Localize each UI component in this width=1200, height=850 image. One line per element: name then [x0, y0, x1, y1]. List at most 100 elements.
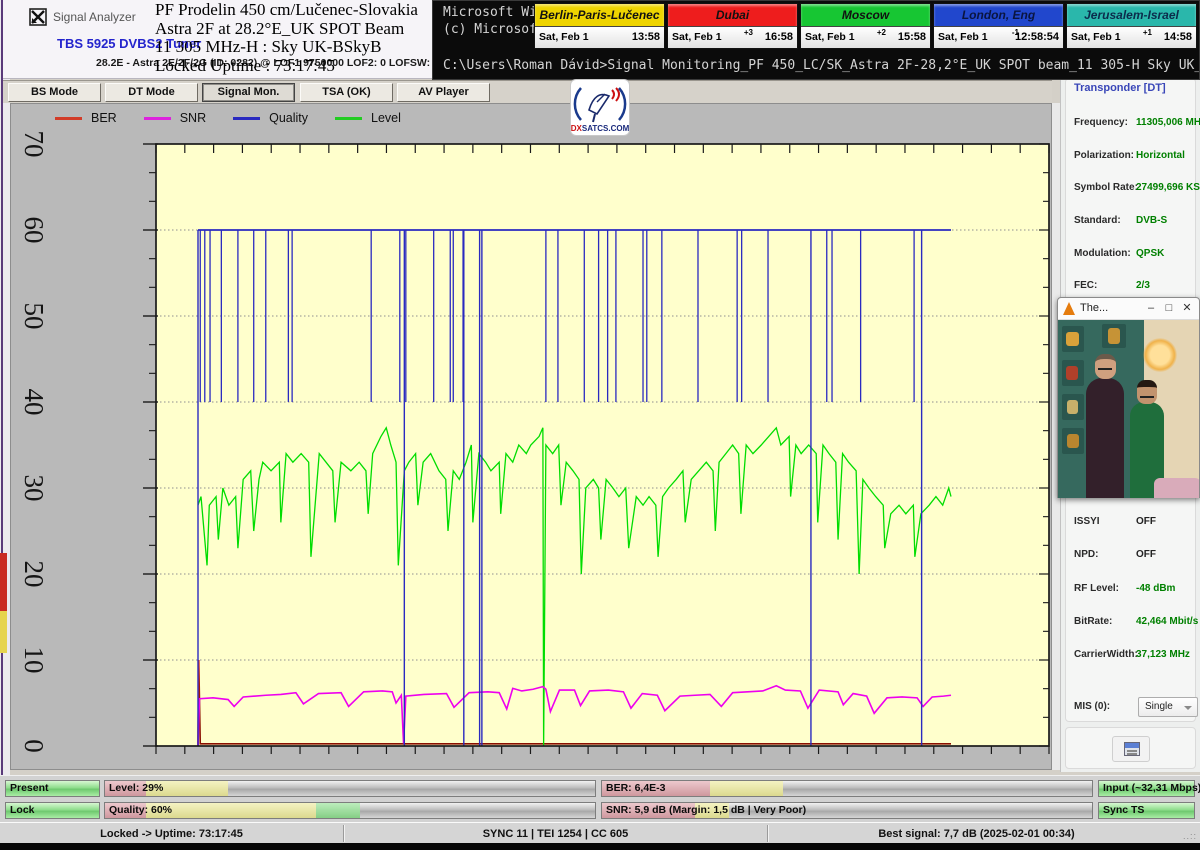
- clock-date: Sat, Feb 1: [938, 31, 988, 43]
- rf-level-row: RF Level: -48 dBm: [1074, 583, 1192, 594]
- tsa-button[interactable]: TSA (OK): [300, 83, 393, 102]
- clock-time: 14:58: [1164, 31, 1192, 43]
- indicator-input-mbps-: Input (~32,31 Mbps): [1098, 780, 1195, 797]
- mis-selected-value: Single: [1145, 701, 1173, 712]
- meter-segment: [710, 781, 784, 796]
- background-yellow-sliver: [0, 611, 7, 653]
- row-value: DVB-S: [1136, 215, 1167, 226]
- legend-label: BER: [91, 111, 117, 125]
- clock-body: Sat, Feb 1 -1 12:58:54: [934, 27, 1063, 48]
- cmd-prompt-line: C:\Users\Roman Dávid>Signal Monitoring_P…: [443, 58, 1200, 73]
- window-border-line: [1, 0, 3, 850]
- row-label: Polarization:: [1074, 150, 1134, 161]
- dt-mode-button[interactable]: DT Mode: [105, 83, 198, 102]
- meter-label: Quality: 60%: [109, 804, 172, 816]
- carrier-width-row: CarrierWidth: 37,123 MHz: [1074, 649, 1192, 660]
- signal-chart: 010203040506070: [11, 104, 1051, 769]
- row-label: FEC:: [1074, 280, 1097, 291]
- maximize-button[interactable]: □: [1161, 301, 1177, 317]
- legend-item-snr: SNR: [144, 111, 206, 125]
- shelf-ornament: [1066, 366, 1078, 380]
- mis-label: MIS (0):: [1074, 701, 1110, 712]
- video-window-title: The...: [1080, 302, 1108, 314]
- svg-text:70: 70: [19, 131, 49, 158]
- quality-line-swatch: [233, 117, 260, 120]
- fec-row: FEC: 2/3: [1074, 280, 1192, 291]
- clock-body: Sat, Feb 1 13:58: [535, 27, 664, 48]
- clock-moscow: Moscow Sat, Feb 1 +2 15:58: [800, 3, 931, 49]
- resize-grip[interactable]: ..::: [1183, 831, 1197, 841]
- meter-quality: Quality: 60%: [104, 802, 596, 819]
- lamp-glow: [1143, 338, 1177, 372]
- av-player-button[interactable]: AV Player: [397, 83, 490, 102]
- monitoring-caption: PF Prodelin 450 cm/Lučenec-Slovakia Astr…: [155, 1, 447, 75]
- close-button[interactable]: ✕: [1179, 301, 1195, 317]
- meter-ber: BER: 6,4E-3: [601, 780, 1093, 797]
- clock-date: Sat, Feb 1: [805, 31, 855, 43]
- chart-legend: BER SNR Quality Level: [55, 111, 428, 125]
- shelf-ornament: [1066, 332, 1079, 346]
- clock-berlin: Berlin-Paris-Lučenec Sat, Feb 1 13:58: [534, 3, 665, 49]
- indicator-lock: Lock: [5, 802, 100, 819]
- standard-row: Standard: DVB-S: [1074, 215, 1192, 226]
- bs-mode-button[interactable]: BS Mode: [8, 83, 101, 102]
- row-value: 11305,006 MHz: [1136, 117, 1200, 128]
- svg-text:DXSATCS.COM: DXSATCS.COM: [571, 124, 629, 133]
- row-label: Frequency:: [1074, 117, 1128, 128]
- status-uptime: Locked -> Uptime: 73:17:45: [0, 823, 343, 844]
- row-value: 27499,696 KS/s: [1136, 182, 1200, 193]
- clock-body: Sat, Feb 1 +3 16:58: [668, 27, 797, 48]
- clock-offset: +2: [877, 28, 886, 37]
- status-bar: Locked -> Uptime: 73:17:45 SYNC 11 | TEI…: [0, 822, 1200, 843]
- status-best-signal: Best signal: 7,7 dB (2025-02-01 00:34): [768, 823, 1185, 844]
- mis-dropdown[interactable]: Single: [1138, 697, 1198, 717]
- shelf-ornament: [1067, 400, 1078, 414]
- svg-text:0: 0: [19, 739, 49, 753]
- row-value: OFF: [1136, 549, 1156, 560]
- clock-offset: +1: [1143, 28, 1152, 37]
- status-sync-counts: SYNC 11 | TEI 1254 | CC 605: [344, 823, 767, 844]
- transponder-footer-box: [1065, 727, 1196, 769]
- glasses: [1140, 396, 1154, 399]
- clock-date: Sat, Feb 1: [539, 31, 589, 43]
- svg-text:50: 50: [19, 303, 49, 330]
- shelf-ornament: [1067, 434, 1079, 448]
- clock-city: Jerusalem-Israel: [1067, 4, 1196, 27]
- clock-time: 12:58:54: [1015, 31, 1059, 43]
- caption-line: Locked Uptime : 73:17:45: [155, 57, 447, 76]
- clock-city: Berlin-Paris-Lučenec: [535, 4, 664, 27]
- background-red-sliver: [0, 553, 7, 611]
- dxsatcs-logo: DXSATCS.COM: [570, 79, 630, 136]
- background-window-edge: [0, 0, 10, 850]
- report-button[interactable]: [1112, 736, 1150, 762]
- chevron-down-icon: [1184, 706, 1192, 710]
- clock-body: Sat, Feb 1 +2 15:58: [801, 27, 930, 48]
- polarization-row: Polarization: Horizontal: [1074, 150, 1192, 161]
- meter-label: Level: 29%: [109, 782, 163, 794]
- row-label: Standard:: [1074, 215, 1121, 226]
- signal-mon-button[interactable]: Signal Mon.: [202, 83, 295, 102]
- row-value: 2/3: [1136, 280, 1150, 291]
- legend-item-quality: Quality: [233, 111, 308, 125]
- cmd-output-line: (c) Microsoft: [443, 22, 545, 37]
- caption-line: PF Prodelin 450 cm/Lučenec-Slovakia: [155, 1, 447, 20]
- meter-label: BER: 6,4E-3: [606, 782, 666, 794]
- minimize-button[interactable]: –: [1143, 301, 1159, 317]
- svg-text:30: 30: [19, 475, 49, 502]
- clock-body: Sat, Feb 1 +1 14:58: [1067, 27, 1196, 48]
- clock-city: Dubai: [668, 4, 797, 27]
- modulation-row: Modulation: QPSK: [1074, 248, 1192, 259]
- mode-toolbar: BS Mode DT Mode Signal Mon. TSA (OK) AV …: [3, 80, 1052, 103]
- video-player-window[interactable]: The... – □ ✕: [1057, 297, 1200, 498]
- indicator-sync-ts: Sync TS: [1098, 802, 1195, 819]
- row-label: NPD:: [1074, 549, 1098, 560]
- report-icon: [1124, 742, 1140, 756]
- clock-date: Sat, Feb 1: [672, 31, 722, 43]
- clock-dubai: Dubai Sat, Feb 1 +3 16:58: [667, 3, 798, 49]
- screen: Signal Analyzer TBS 5925 DVBS2 Tuner 28.…: [0, 0, 1200, 850]
- issyi-row: ISSYI OFF: [1074, 516, 1192, 527]
- video-frame[interactable]: [1058, 320, 1199, 498]
- symbol-rate-row: Symbol Rate: 27499,696 KS/s: [1074, 182, 1192, 193]
- clock-city: Moscow: [801, 4, 930, 27]
- svg-text:20: 20: [19, 561, 49, 588]
